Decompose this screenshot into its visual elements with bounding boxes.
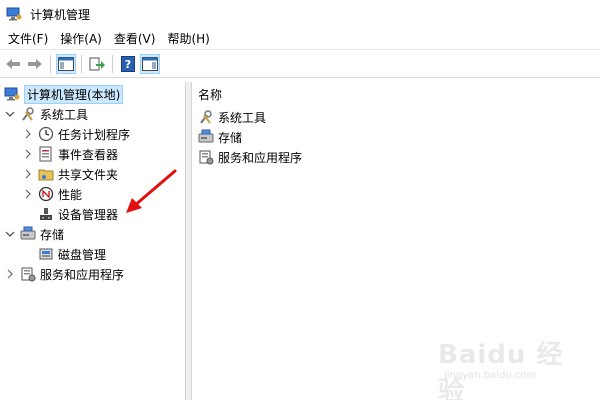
list-item-label: 系统工具	[218, 110, 267, 125]
chevron-down-icon[interactable]	[4, 108, 16, 120]
tree-item-label: 性能	[58, 187, 83, 202]
tree-item-label: 磁盘管理	[58, 247, 107, 262]
annotation-arrow	[126, 169, 177, 213]
menu-view[interactable]: 查看(V)	[108, 28, 162, 50]
chevron-right-icon[interactable]	[4, 268, 16, 280]
tree-item-system-tools[interactable]: 系统工具	[4, 104, 88, 124]
disk-management-icon	[38, 246, 54, 262]
tools-icon	[198, 109, 214, 125]
tree-item-task-scheduler[interactable]: 任务计划程序	[22, 124, 130, 144]
menu-help[interactable]: 帮助(H)	[161, 28, 215, 50]
svg-text:?: ?	[125, 58, 131, 71]
tree-item-label: 计算机管理(本地)	[24, 84, 124, 104]
forward-button[interactable]	[25, 54, 45, 74]
export-list-button[interactable]	[87, 54, 107, 74]
tree-item-computer-management[interactable]: 计算机管理(本地)	[4, 84, 124, 104]
chevron-down-icon[interactable]	[4, 228, 16, 240]
chevron-right-icon[interactable]	[22, 148, 34, 160]
title-bar: 计算机管理	[0, 0, 600, 28]
storage-icon	[20, 226, 36, 242]
list-item-services-apps[interactable]: 服务和应用程序	[198, 148, 302, 166]
tree-item-label: 共享文件夹	[58, 167, 119, 182]
column-header-name[interactable]: 名称	[198, 86, 222, 103]
tree-item-event-viewer[interactable]: 事件查看器	[22, 144, 118, 164]
toolbar-separator	[50, 55, 51, 73]
event-viewer-icon	[38, 146, 54, 162]
tree-item-device-manager[interactable]: 设备管理器	[38, 204, 118, 224]
list-item-label: 存储	[218, 130, 243, 145]
window-title: 计算机管理	[30, 7, 91, 22]
menu-file[interactable]: 文件(F)	[2, 28, 54, 50]
show-hide-action-pane-button[interactable]	[140, 54, 160, 74]
tree-item-label: 事件查看器	[58, 147, 119, 162]
list-item-label: 服务和应用程序	[218, 150, 303, 165]
menu-action[interactable]: 操作(A)	[54, 28, 108, 50]
chevron-right-icon[interactable]	[22, 168, 34, 180]
console-tree: 计算机管理(本地) 系统工具 任务计划程序 事件查看器 共享文件夹 性能 设备管…	[0, 82, 186, 400]
toolbar-separator	[81, 55, 82, 73]
chevron-right-icon[interactable]	[22, 128, 34, 140]
help-button[interactable]: ?	[118, 54, 138, 74]
services-icon	[20, 266, 36, 282]
toolbar-separator	[112, 55, 113, 73]
computer-management-icon	[4, 86, 20, 102]
tree-item-services-apps[interactable]: 服务和应用程序	[4, 264, 124, 284]
tools-icon	[20, 106, 36, 122]
watermark-brand: Baidu 经验	[438, 340, 564, 400]
export-icon	[89, 57, 105, 71]
chevron-right-icon[interactable]	[22, 188, 34, 200]
help-icon: ?	[121, 56, 135, 72]
show-hide-tree-button[interactable]	[56, 54, 76, 74]
tree-item-label: 任务计划程序	[58, 127, 131, 142]
toolbar: ?	[0, 51, 600, 78]
forward-arrow-icon	[28, 59, 42, 69]
list-item-system-tools[interactable]: 系统工具	[198, 108, 266, 126]
list-item-storage[interactable]: 存储	[198, 128, 242, 146]
watermark-url: jingyan.baidu.com	[444, 370, 537, 381]
back-arrow-icon	[6, 59, 20, 69]
tree-item-shared-folders[interactable]: 共享文件夹	[22, 164, 118, 184]
tree-item-disk-management[interactable]: 磁盘管理	[38, 244, 106, 264]
storage-icon	[198, 129, 214, 145]
watermark: Baidu 经验 jingyan.baidu.com	[430, 330, 570, 400]
console-tree-icon	[58, 57, 74, 71]
computer-management-icon	[6, 7, 22, 21]
tree-item-label: 设备管理器	[58, 207, 119, 222]
menu-bar: 文件(F) 操作(A) 查看(V) 帮助(H)	[0, 28, 600, 50]
action-pane-icon	[142, 57, 158, 71]
clock-icon	[38, 126, 54, 142]
tree-item-label: 存储	[40, 227, 65, 242]
tree-item-label: 系统工具	[40, 107, 89, 122]
tree-item-performance[interactable]: 性能	[22, 184, 82, 204]
shared-folder-icon	[38, 166, 54, 182]
performance-icon	[38, 186, 54, 202]
tree-item-storage[interactable]: 存储	[4, 224, 64, 244]
tree-item-label: 服务和应用程序	[40, 267, 125, 282]
device-manager-icon	[38, 206, 54, 222]
services-icon	[198, 149, 214, 165]
back-button[interactable]	[3, 54, 23, 74]
